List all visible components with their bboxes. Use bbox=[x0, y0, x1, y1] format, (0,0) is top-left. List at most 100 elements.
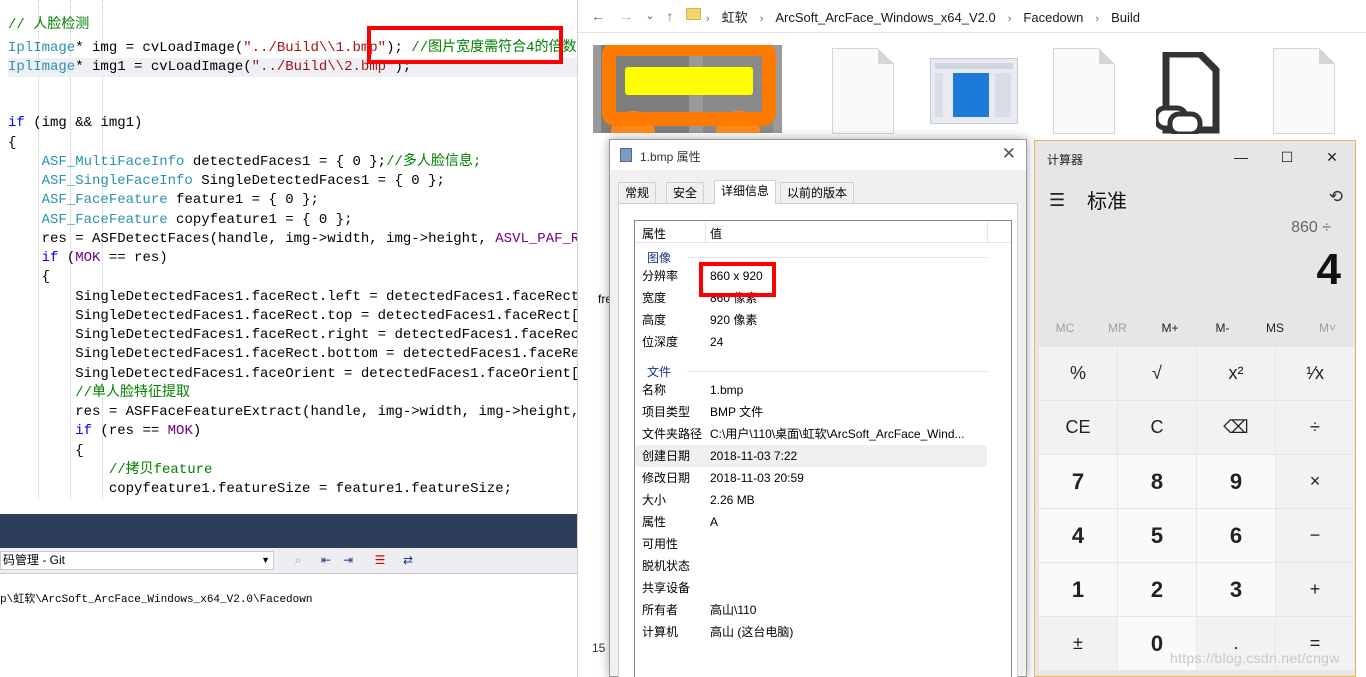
find-message-icon[interactable]: ⌕ bbox=[290, 552, 306, 568]
property-row[interactable]: 位深度 24 bbox=[635, 331, 987, 353]
code-line[interactable]: // 人脸检测 bbox=[8, 16, 89, 35]
tab-previous-versions[interactable]: 以前的版本 bbox=[780, 182, 855, 203]
code-line[interactable]: { bbox=[8, 442, 83, 461]
image-thumbnail-1-bmp[interactable] bbox=[593, 42, 782, 155]
forward-arrow-icon[interactable]: → bbox=[616, 6, 636, 26]
breadcrumb-item[interactable]: ArcSoft_ArcFace_Windows_x64_V2.0 bbox=[775, 10, 995, 25]
property-row[interactable]: 脱机状态 bbox=[635, 555, 987, 577]
memory-button[interactable]: M- bbox=[1197, 321, 1249, 335]
calc-key[interactable]: √ bbox=[1118, 347, 1196, 400]
minimize-icon[interactable]: — bbox=[1229, 147, 1253, 167]
memory-button[interactable]: MS bbox=[1249, 321, 1301, 335]
chevron-right-icon[interactable]: › bbox=[706, 13, 710, 25]
property-row[interactable]: 文件夹路径 C:\用户\110\桌面\虹软\ArcSoft_ArcFace_Win… bbox=[635, 423, 987, 445]
calc-key[interactable]: ÷ bbox=[1276, 401, 1354, 454]
calc-key[interactable]: 4 bbox=[1039, 509, 1117, 562]
property-row[interactable]: 高度 920 像素 bbox=[635, 309, 987, 331]
menu-icon[interactable]: ☰ bbox=[1049, 190, 1065, 211]
file-icon-document[interactable] bbox=[832, 48, 894, 134]
calc-key[interactable]: 3 bbox=[1197, 563, 1275, 616]
calc-key[interactable]: 6 bbox=[1197, 509, 1275, 562]
shortcut-file-icon[interactable] bbox=[1153, 50, 1222, 137]
code-line[interactable]: //拷贝feature bbox=[8, 461, 213, 480]
code-line[interactable]: { bbox=[8, 134, 16, 153]
code-line[interactable]: { bbox=[8, 268, 50, 287]
breadcrumb-item[interactable]: Facedown bbox=[1023, 10, 1083, 25]
code-line[interactable]: SingleDetectedFaces1.faceOrient = detect… bbox=[8, 365, 577, 384]
source-control-combo[interactable]: 码管理 - Git ▼ bbox=[0, 551, 274, 570]
property-row[interactable]: 分辨率 860 x 920 bbox=[635, 265, 987, 287]
calc-key[interactable]: CE bbox=[1039, 401, 1117, 454]
tab-general[interactable]: 常规 bbox=[618, 182, 657, 203]
property-row[interactable]: 大小 2.26 MB bbox=[635, 489, 987, 511]
calc-key[interactable]: 7 bbox=[1039, 455, 1117, 508]
memory-button[interactable]: MC bbox=[1039, 321, 1091, 335]
file-icon-app-window[interactable] bbox=[930, 58, 1018, 124]
prev-message-icon[interactable]: ⇤ bbox=[318, 552, 334, 568]
property-row[interactable]: 修改日期 2018-11-03 20:59 bbox=[635, 467, 987, 489]
code-line[interactable]: SingleDetectedFaces1.faceRect.right = de… bbox=[8, 326, 577, 345]
code-line[interactable]: SingleDetectedFaces1.faceRect.left = det… bbox=[8, 288, 577, 307]
back-arrow-icon[interactable]: ← bbox=[588, 6, 608, 26]
code-line[interactable]: SingleDetectedFaces1.faceRect.bottom = d… bbox=[8, 345, 577, 364]
calc-key[interactable]: 8 bbox=[1118, 455, 1196, 508]
property-row[interactable]: 共享设备 bbox=[635, 577, 987, 599]
property-row[interactable]: 名称 1.bmp bbox=[635, 379, 987, 401]
code-line[interactable]: res = ASFFaceFeatureExtract(handle, img-… bbox=[8, 403, 577, 422]
memory-button[interactable]: MR bbox=[1092, 321, 1144, 335]
chevron-right-icon[interactable]: › bbox=[1008, 13, 1012, 25]
calc-key[interactable]: ⌫ bbox=[1197, 401, 1275, 454]
maximize-icon[interactable]: ☐ bbox=[1275, 147, 1299, 167]
calc-key[interactable]: × bbox=[1276, 455, 1354, 508]
next-message-icon[interactable]: ⇥ bbox=[340, 552, 356, 568]
column-header-property[interactable]: 属性 bbox=[642, 225, 666, 242]
property-row[interactable]: 可用性 bbox=[635, 533, 987, 555]
breadcrumb[interactable]: › 虹软 › ArcSoft_ArcFace_Windows_x64_V2.0 › Fac… bbox=[684, 7, 1140, 26]
calc-key[interactable]: % bbox=[1039, 347, 1117, 400]
memory-button[interactable]: M˅ bbox=[1302, 321, 1354, 335]
property-row[interactable]: 宽度 860 像素 bbox=[635, 287, 987, 309]
breadcrumb-item[interactable]: Build bbox=[1111, 10, 1140, 25]
calc-key[interactable]: 9 bbox=[1197, 455, 1275, 508]
calc-key[interactable]: + bbox=[1276, 563, 1354, 616]
property-row[interactable]: 属性 A bbox=[635, 511, 987, 533]
calc-key[interactable]: 5 bbox=[1118, 509, 1196, 562]
up-arrow-icon[interactable]: ↑ bbox=[660, 6, 680, 26]
calc-key[interactable]: ± bbox=[1039, 617, 1117, 670]
file-icon-document[interactable] bbox=[1053, 48, 1115, 134]
property-row[interactable]: 创建日期 2018-11-03 7:22 bbox=[635, 445, 987, 467]
code-line[interactable]: if (res == MOK) bbox=[8, 422, 201, 441]
calc-key[interactable]: 1 bbox=[1039, 563, 1117, 616]
tab-security[interactable]: 安全 bbox=[666, 182, 705, 203]
property-row[interactable]: 计算机 高山 (这台电脑) bbox=[635, 621, 987, 643]
code-editor[interactable]: // 人脸检测 IplImage* img = cvLoadImage("../B… bbox=[0, 0, 577, 500]
history-icon[interactable]: ⟲ bbox=[1329, 187, 1343, 207]
code-line[interactable]: SingleDetectedFaces1.faceRect.top = dete… bbox=[8, 307, 577, 326]
code-line[interactable]: copyfeature1.featureSize = feature1.feat… bbox=[8, 480, 512, 499]
code-line[interactable]: if (MOK == res) bbox=[8, 249, 168, 268]
tab-details[interactable]: 详细信息 bbox=[714, 180, 777, 204]
clear-all-icon[interactable]: ☰ bbox=[372, 552, 388, 568]
close-icon[interactable]: ✕ bbox=[1320, 147, 1344, 167]
recent-chevron-icon[interactable]: ⌄ bbox=[640, 6, 660, 26]
memory-button[interactable]: M+ bbox=[1144, 321, 1196, 335]
close-icon[interactable]: ✕ bbox=[1002, 144, 1016, 164]
property-list[interactable]: 属性 值 图像 分辨率 860 x 920 宽度 860 像素 高度 920 像素 位深度 24… bbox=[634, 220, 1012, 677]
chevron-right-icon[interactable]: › bbox=[760, 13, 764, 25]
property-row[interactable]: 所有者 高山\110 bbox=[635, 599, 987, 621]
code-line[interactable]: if (img && img1) bbox=[8, 114, 142, 133]
calc-key[interactable]: − bbox=[1276, 509, 1354, 562]
calc-key[interactable]: C bbox=[1118, 401, 1196, 454]
code-line[interactable]: ASF_SingleFaceInfo SingleDetectedFaces1 … bbox=[8, 172, 445, 191]
chevron-down-icon[interactable]: ▼ bbox=[261, 552, 270, 569]
code-line[interactable]: ASF_MultiFaceInfo detectedFaces1 = { 0 }… bbox=[8, 153, 482, 172]
chevron-right-icon[interactable]: › bbox=[1095, 13, 1099, 25]
code-line[interactable]: ASF_FaceFeature feature1 = { 0 }; bbox=[8, 191, 319, 210]
code-line[interactable]: //单人脸特征提取 bbox=[8, 384, 190, 403]
calc-key[interactable]: 2 bbox=[1118, 563, 1196, 616]
code-line[interactable]: ASF_FaceFeature copyfeature1 = { 0 }; bbox=[8, 211, 353, 230]
code-line[interactable]: res = ASFDetectFaces(handle, img->width,… bbox=[8, 230, 577, 249]
word-wrap-icon[interactable]: ⇄ bbox=[400, 552, 416, 568]
calc-key[interactable]: x² bbox=[1197, 347, 1275, 400]
breadcrumb-item[interactable]: 虹软 bbox=[722, 10, 748, 25]
